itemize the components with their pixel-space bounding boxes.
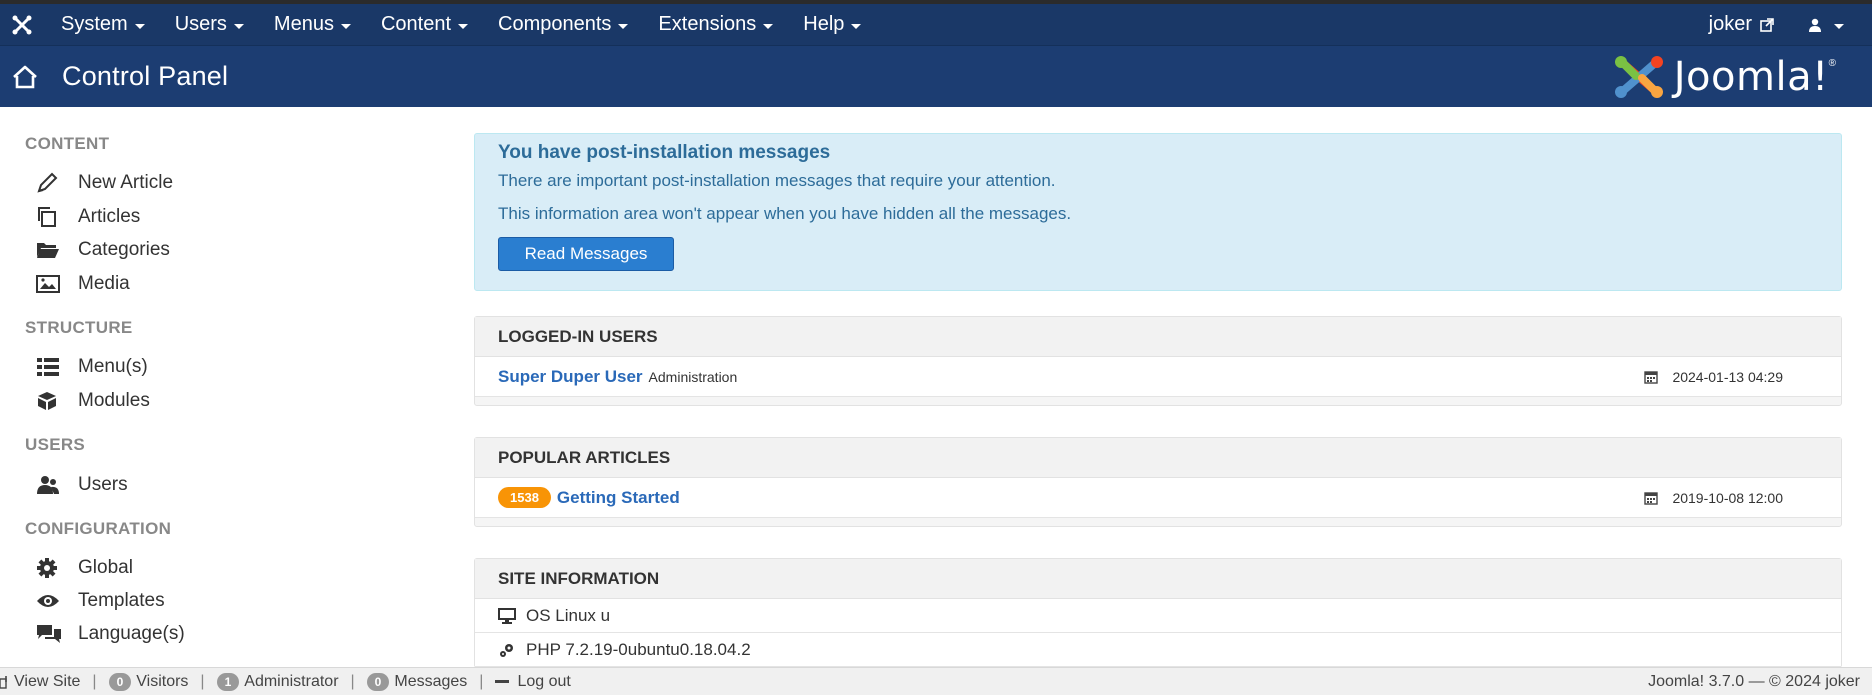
table-row: Super Duper User Administration 2024-01-… [475, 357, 1841, 397]
menu-menus[interactable]: Menus [259, 4, 366, 45]
login-date: 2024-01-13 04:29 [1672, 368, 1783, 385]
status-bar: View Site | 0 Visitors | 1 Administrator… [0, 667, 1872, 695]
menu-content[interactable]: Content [366, 4, 483, 45]
users-icon [36, 472, 62, 498]
caret-down-icon [1834, 23, 1844, 29]
main-menu: System Users Menus Content Components Ex… [46, 4, 876, 45]
sidebar-item-new-article[interactable]: New Article [36, 168, 173, 198]
sidebar: CONTENT New Article Articles Categories … [0, 107, 460, 667]
messages-link[interactable]: 0 Messages [366, 672, 467, 691]
hits-badge: 1538 [498, 487, 551, 508]
administrator-link[interactable]: 1 Administrator [216, 672, 339, 691]
user-area: Administration [648, 368, 738, 385]
caret-down-icon [134, 23, 145, 29]
sidebar-item-languages[interactable]: Language(s) [36, 619, 185, 649]
version-text: Joomla! 3.7.0 — © 2024 joker [1648, 672, 1860, 690]
calendar-icon [1644, 491, 1659, 505]
pencil-icon [36, 170, 62, 196]
caret-down-icon [233, 23, 244, 29]
caret-down-icon [618, 23, 629, 29]
menu-system[interactable]: System [46, 4, 160, 45]
sidebar-item-users[interactable]: Users [36, 470, 128, 500]
panel-heading: LOGGED-IN USERS [475, 317, 1841, 357]
sidebar-item-categories[interactable]: Categories [36, 235, 170, 265]
joomla-logo: Joomla! ® [1612, 52, 1836, 102]
external-link-icon [0, 675, 8, 689]
folder-open-icon [36, 237, 62, 263]
page-title: Control Panel [62, 61, 229, 91]
desktop-icon [498, 607, 516, 624]
alert-text: There are important post-installation me… [498, 171, 1056, 190]
top-menu-bar: System Users Menus Content Components Ex… [0, 0, 1872, 45]
view-site-link[interactable]: View Site [0, 673, 80, 691]
site-information-panel: SITE INFORMATION OS Linux u PHP 7.2.19-0… [474, 558, 1842, 668]
image-icon [36, 271, 62, 297]
menu-components[interactable]: Components [483, 4, 643, 45]
sidebar-heading-content: CONTENT [25, 134, 110, 153]
minus-icon [495, 680, 510, 683]
sidebar-heading-structure: STRUCTURE [25, 318, 133, 337]
menu-help[interactable]: Help [788, 4, 876, 45]
caret-down-icon [763, 23, 774, 29]
article-link[interactable]: Getting Started [557, 488, 680, 508]
sidebar-item-articles[interactable]: Articles [36, 202, 140, 232]
calendar-icon [1644, 370, 1659, 384]
list-icon [36, 354, 62, 380]
sidebar-heading-configuration: CONFIGURATION [25, 519, 172, 538]
sidebar-item-menus[interactable]: Menu(s) [36, 352, 148, 382]
logout-link[interactable]: Log out [495, 673, 571, 691]
user-icon [1808, 18, 1822, 32]
site-user-link[interactable]: joker [1709, 13, 1774, 36]
caret-down-icon [340, 23, 351, 29]
article-date: 2019-10-08 12:00 [1672, 489, 1783, 506]
eye-icon [36, 588, 62, 614]
messages-badge: 0 [366, 672, 390, 691]
logged-in-users-panel: LOGGED-IN USERS Super Duper User Adminis… [474, 316, 1842, 406]
cube-icon [36, 388, 62, 414]
user-link[interactable]: Super Duper User [498, 367, 643, 387]
joomla-menu-icon[interactable] [0, 4, 44, 45]
sidebar-item-templates[interactable]: Templates [36, 586, 165, 616]
menu-users[interactable]: Users [160, 4, 259, 45]
panel-heading: POPULAR ARTICLES [475, 438, 1841, 478]
caret-down-icon [458, 23, 469, 29]
list-item: OS Linux u [475, 599, 1841, 633]
popular-articles-panel: POPULAR ARTICLES 1538 Getting Started 20… [474, 437, 1842, 527]
alert-text: This information area won't appear when … [498, 204, 1072, 223]
cogs-icon [498, 642, 516, 658]
post-install-alert: You have post-installation messages Ther… [474, 133, 1842, 291]
copy-icon [36, 204, 62, 230]
home-icon [10, 62, 40, 92]
panel-heading: SITE INFORMATION [475, 559, 1841, 599]
alert-heading: You have post-installation messages [498, 142, 831, 163]
admin-badge: 1 [216, 672, 240, 691]
sidebar-item-media[interactable]: Media [36, 269, 130, 299]
sidebar-item-modules[interactable]: Modules [36, 386, 150, 416]
visitors-badge: 0 [108, 672, 132, 691]
os-info: OS Linux u [526, 605, 611, 625]
external-link-icon [1760, 17, 1774, 32]
menu-extensions[interactable]: Extensions [643, 4, 788, 45]
php-info: PHP 7.2.19-0ubuntu0.18.04.2 [526, 639, 751, 659]
read-messages-button[interactable]: Read Messages [498, 237, 674, 271]
caret-down-icon [851, 23, 862, 29]
user-account-menu[interactable] [1808, 18, 1844, 32]
sidebar-heading-users: USERS [25, 435, 86, 454]
page-header: Control Panel Joomla! ® [0, 45, 1872, 107]
visitors-link[interactable]: 0 Visitors [108, 672, 188, 691]
sidebar-item-global[interactable]: Global [36, 553, 133, 583]
table-row: 1538 Getting Started 2019-10-08 12:00 [475, 478, 1841, 518]
comments-icon [36, 621, 62, 647]
list-item: PHP 7.2.19-0ubuntu0.18.04.2 [475, 633, 1841, 667]
gear-icon [36, 555, 62, 581]
joomla-logo-icon [1614, 56, 1663, 98]
